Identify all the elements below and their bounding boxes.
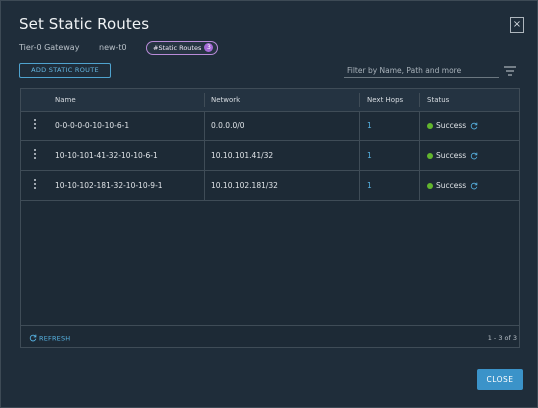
route-name: 0-0-0-0-0-10-10-6-1	[55, 121, 130, 130]
table-row[interactable]: 10-10-102-181-32-10-10-9-1 10.10.102.181…	[21, 171, 519, 201]
add-static-route-button[interactable]: ADD STATIC ROUTE	[19, 63, 111, 78]
column-divider	[419, 171, 420, 200]
route-status: Success	[427, 121, 478, 130]
column-divider	[419, 111, 420, 140]
route-network: 10.10.101.41/32	[211, 151, 274, 160]
chip-label: #Static Routes	[153, 44, 202, 52]
close-icon[interactable]: ×	[510, 17, 524, 33]
next-hops-link[interactable]: 1	[367, 151, 372, 160]
column-header-status[interactable]: Status	[427, 96, 449, 104]
refresh-label: REFRESH	[39, 334, 71, 343]
grid-header: Name Network Next Hops Status	[21, 89, 519, 112]
status-text: Success	[436, 151, 467, 160]
static-routes-grid: Name Network Next Hops Status 0-0-0-0-0-…	[20, 88, 520, 348]
route-status: Success	[427, 151, 478, 160]
next-hops-link[interactable]: 1	[367, 181, 372, 190]
status-text: Success	[436, 181, 467, 190]
column-header-next-hops[interactable]: Next Hops	[367, 96, 403, 104]
success-status-icon	[427, 152, 433, 159]
column-divider	[419, 141, 420, 170]
refresh-status-icon[interactable]	[470, 122, 478, 130]
column-divider	[419, 93, 420, 107]
success-status-icon	[427, 122, 433, 129]
filter-input[interactable]: Filter by Name, Path and more	[344, 63, 499, 78]
row-actions-icon[interactable]	[33, 149, 37, 161]
refresh-button[interactable]: REFRESH	[29, 334, 70, 343]
pagination-text: 1 - 3 of 3	[487, 334, 517, 342]
refresh-icon	[29, 334, 37, 342]
row-actions-icon[interactable]	[33, 119, 37, 131]
column-divider	[204, 141, 205, 170]
gateway-name: new-t0	[99, 43, 127, 52]
set-static-routes-dialog: Set Static Routes × Tier-0 Gateway new-t…	[0, 0, 538, 408]
route-name: 10-10-101-41-32-10-10-6-1	[55, 151, 158, 160]
table-row[interactable]: 10-10-101-41-32-10-10-6-1 10.10.101.41/3…	[21, 141, 519, 171]
column-divider	[359, 111, 360, 140]
status-text: Success	[436, 121, 467, 130]
chip-count-badge: 3	[204, 43, 214, 52]
column-divider	[359, 93, 360, 107]
column-divider	[204, 171, 205, 200]
static-routes-chip[interactable]: #Static Routes 3	[146, 41, 219, 55]
column-divider	[204, 111, 205, 140]
column-divider	[359, 171, 360, 200]
route-network: 10.10.102.181/32	[211, 181, 278, 190]
success-status-icon	[427, 182, 433, 189]
refresh-status-icon[interactable]	[470, 152, 478, 160]
table-row[interactable]: 0-0-0-0-0-10-10-6-1 0.0.0.0/0 1 Success	[21, 111, 519, 141]
gateway-type-label: Tier-0 Gateway	[19, 43, 80, 52]
route-status: Success	[427, 181, 478, 190]
next-hops-link[interactable]: 1	[367, 121, 372, 130]
column-divider	[204, 93, 205, 107]
route-network: 0.0.0.0/0	[211, 121, 245, 130]
route-name: 10-10-102-181-32-10-10-9-1	[55, 181, 163, 190]
column-divider	[359, 141, 360, 170]
filter-icon[interactable]	[503, 65, 517, 77]
column-header-name[interactable]: Name	[55, 96, 76, 104]
dialog-title: Set Static Routes	[19, 15, 150, 33]
column-header-network[interactable]: Network	[211, 96, 240, 104]
refresh-status-icon[interactable]	[470, 182, 478, 190]
row-actions-icon[interactable]	[33, 179, 37, 191]
grid-footer: REFRESH 1 - 3 of 3	[21, 325, 519, 348]
close-button[interactable]: CLOSE	[477, 369, 523, 390]
